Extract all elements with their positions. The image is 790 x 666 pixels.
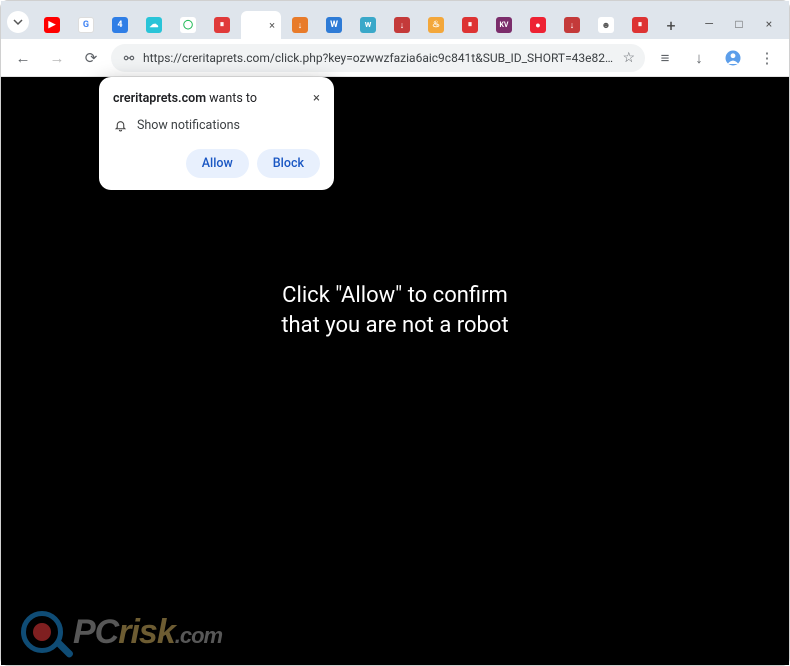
- tab-green[interactable]: ◯: [173, 11, 203, 39]
- tab-robot[interactable]: ☻: [591, 11, 621, 39]
- watermark: PCrisk.com: [21, 611, 222, 653]
- tab-download-red2[interactable]: ↓: [557, 11, 587, 39]
- maximize-button[interactable]: □: [725, 13, 753, 35]
- address-bar[interactable]: https://creritaprets.com/click.php?key=o…: [111, 44, 645, 72]
- search-tabs-button[interactable]: [7, 11, 29, 33]
- tab-pause-red3[interactable]: ⏸: [625, 11, 655, 39]
- tab-youtube[interactable]: ▶: [37, 11, 67, 39]
- tab-kv[interactable]: KV: [489, 11, 519, 39]
- message-line-2: that you are not a robot: [281, 311, 508, 341]
- allow-button[interactable]: Allow: [186, 149, 249, 178]
- reload-button[interactable]: ⟳: [77, 44, 105, 72]
- tab-fire[interactable]: ♨: [421, 11, 451, 39]
- permission-site: creritaprets.com: [113, 91, 206, 106]
- window-controls: — □ ×: [695, 13, 783, 35]
- tab-w-blue[interactable]: W: [319, 11, 349, 39]
- tab-w-teal[interactable]: w: [353, 11, 383, 39]
- watermark-text: PCrisk.com: [73, 613, 222, 652]
- watermark-icon: [21, 611, 63, 653]
- permission-title: creritaprets.com wants to: [113, 91, 257, 106]
- tab-download-orange[interactable]: ↓: [285, 11, 315, 39]
- tab-download-red[interactable]: ↓: [387, 11, 417, 39]
- tab-blue[interactable]: 4: [105, 11, 135, 39]
- tab-strip: ▶ G 4 ☁ ◯ ⏸ × ↓ W w ↓ ♨ ⏸ KV ● ↓ ☻ ⏸ + —…: [1, 1, 789, 39]
- downloads-icon[interactable]: ↓: [685, 44, 713, 72]
- close-window-button[interactable]: ×: [755, 13, 783, 35]
- block-button[interactable]: Block: [257, 149, 320, 178]
- permission-label: Show notifications: [137, 118, 240, 133]
- minimize-button[interactable]: —: [695, 13, 723, 35]
- bookmark-star-icon[interactable]: ☆: [622, 50, 635, 66]
- tab-pause-red[interactable]: ⏸: [207, 11, 237, 39]
- message-line-1: Click "Allow" to confirm: [281, 281, 508, 311]
- tab-active[interactable]: ×: [241, 11, 281, 39]
- bell-icon: [113, 119, 127, 133]
- permission-close-button[interactable]: ×: [313, 91, 320, 106]
- browser-menu-icon[interactable]: ⋮: [753, 44, 781, 72]
- tab-pause-red2[interactable]: ⏸: [455, 11, 485, 39]
- forward-button[interactable]: →: [43, 44, 71, 72]
- tab-close-button[interactable]: ×: [269, 19, 275, 32]
- browser-toolbar: ← → ⟳ https://creritaprets.com/click.php…: [1, 39, 789, 77]
- tab-rec[interactable]: ●: [523, 11, 553, 39]
- reading-list-icon[interactable]: ≡: [651, 44, 679, 72]
- site-info-icon[interactable]: [121, 50, 137, 66]
- tab-cloud[interactable]: ☁: [139, 11, 169, 39]
- url-text: https://creritaprets.com/click.php?key=o…: [143, 51, 616, 65]
- permission-request-row: Show notifications: [113, 118, 320, 133]
- tab-google[interactable]: G: [71, 11, 101, 39]
- new-tab-button[interactable]: +: [659, 13, 683, 37]
- robot-message: Click "Allow" to confirm that you are no…: [281, 281, 508, 340]
- profile-icon[interactable]: [719, 44, 747, 72]
- back-button[interactable]: ←: [9, 44, 37, 72]
- notification-permission-prompt: creritaprets.com wants to × Show notific…: [99, 77, 334, 190]
